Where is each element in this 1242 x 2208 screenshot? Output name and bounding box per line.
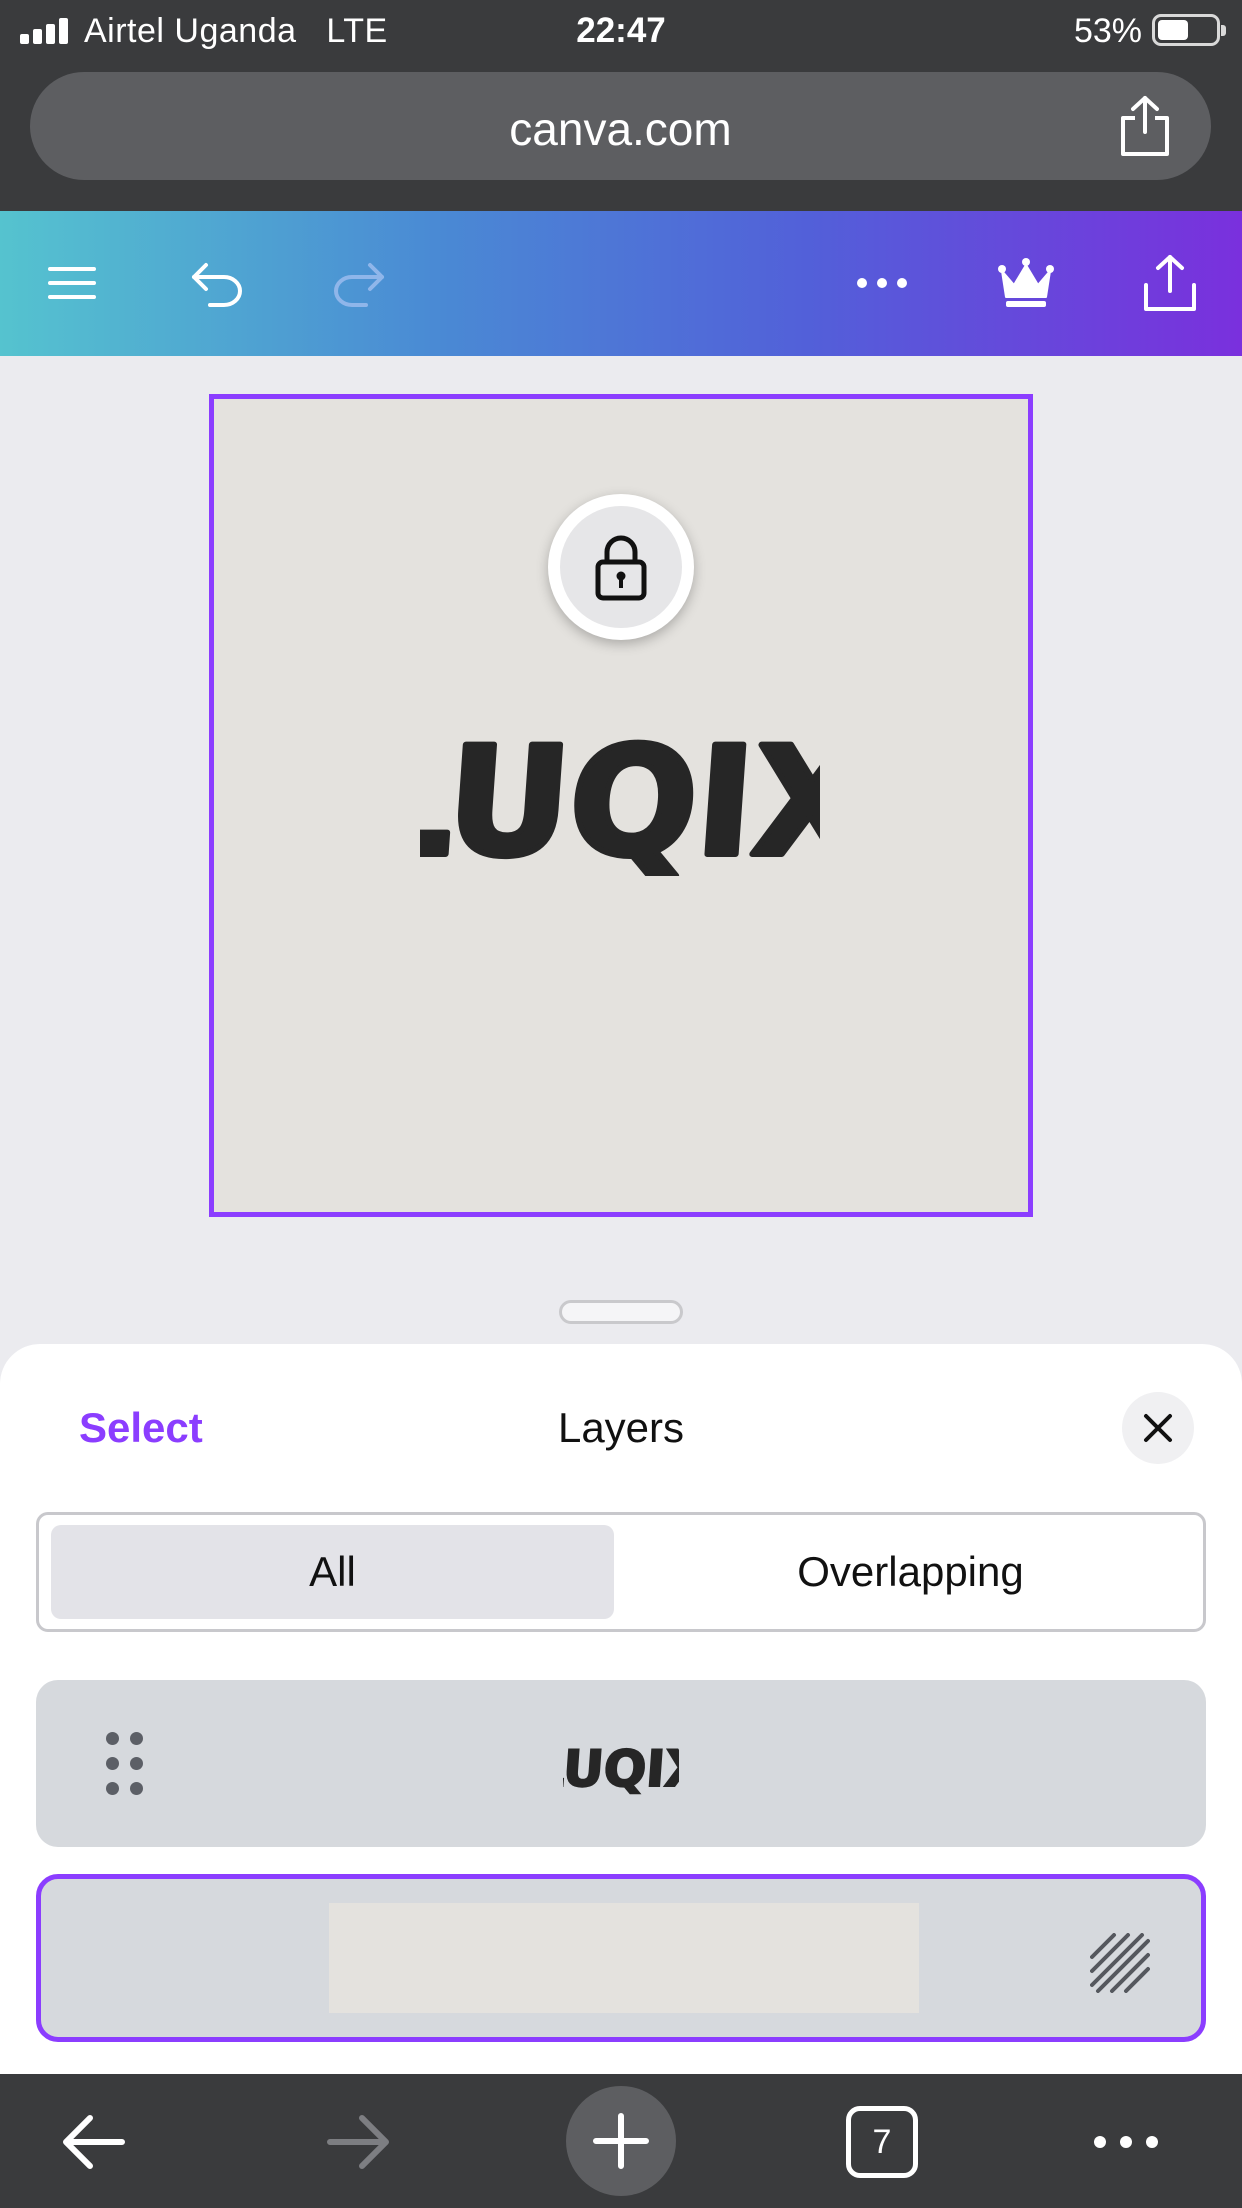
share-icon[interactable] [1138, 251, 1202, 315]
lock-button[interactable] [548, 494, 694, 640]
battery-icon [1152, 14, 1226, 46]
share-icon[interactable] [1117, 94, 1173, 158]
browser-bottom-bar: 7 [0, 2074, 1242, 2208]
layer-filter-tabs: All Overlapping [36, 1512, 1206, 1632]
forward-arrow-icon[interactable] [320, 2104, 396, 2180]
close-button[interactable] [1122, 1392, 1194, 1464]
redo-icon[interactable] [326, 251, 390, 315]
sheet-title: Layers [557, 1404, 685, 1451]
address-bar[interactable]: canva.com [30, 72, 1211, 180]
tab-overlapping[interactable]: Overlapping [629, 1525, 1192, 1619]
more-icon[interactable] [1088, 2104, 1164, 2180]
battery-percent: 53% [1073, 12, 1142, 50]
logo-text: LUQIX [420, 716, 820, 876]
luqix-logo[interactable]: LUQIX [420, 706, 820, 876]
browser-top-chrome: Airtel Uganda LTE 22:47 53% canva.com [0, 0, 1242, 211]
more-icon[interactable] [850, 251, 914, 315]
status-bar: Airtel Uganda LTE 22:47 53% [0, 0, 1242, 62]
lock-button-inner [560, 506, 682, 628]
lock-icon [595, 535, 647, 601]
editor-toolbar [0, 211, 1242, 356]
transparency-pattern-icon[interactable] [1090, 1933, 1150, 1993]
layer-item-background[interactable] [36, 1874, 1206, 2042]
back-arrow-icon[interactable] [56, 2104, 132, 2180]
new-tab-plus-icon [593, 2113, 649, 2169]
background-swatch [329, 1903, 919, 2013]
tab-all[interactable]: All [51, 1525, 614, 1619]
clock: 22:47 [576, 11, 666, 50]
layers-sheet: Select Layers All Overlapping LUQIX [0, 1344, 1242, 2074]
drag-handle-icon[interactable] [106, 1732, 146, 1796]
undo-icon[interactable] [186, 251, 250, 315]
crown-icon[interactable] [994, 251, 1058, 315]
close-icon [1144, 1414, 1172, 1442]
layer-logo-text: LUQIX [563, 1740, 679, 1796]
new-tab-button[interactable] [566, 2086, 676, 2196]
menu-icon[interactable] [40, 251, 104, 315]
layer-logo-thumbnail: LUQIX [563, 1739, 679, 1796]
layer-item-logo[interactable]: LUQIX [36, 1680, 1206, 1847]
sheet-grabber[interactable] [559, 1300, 683, 1324]
tabs-button[interactable]: 7 [846, 2106, 918, 2178]
url-text[interactable]: canva.com [30, 102, 1211, 156]
